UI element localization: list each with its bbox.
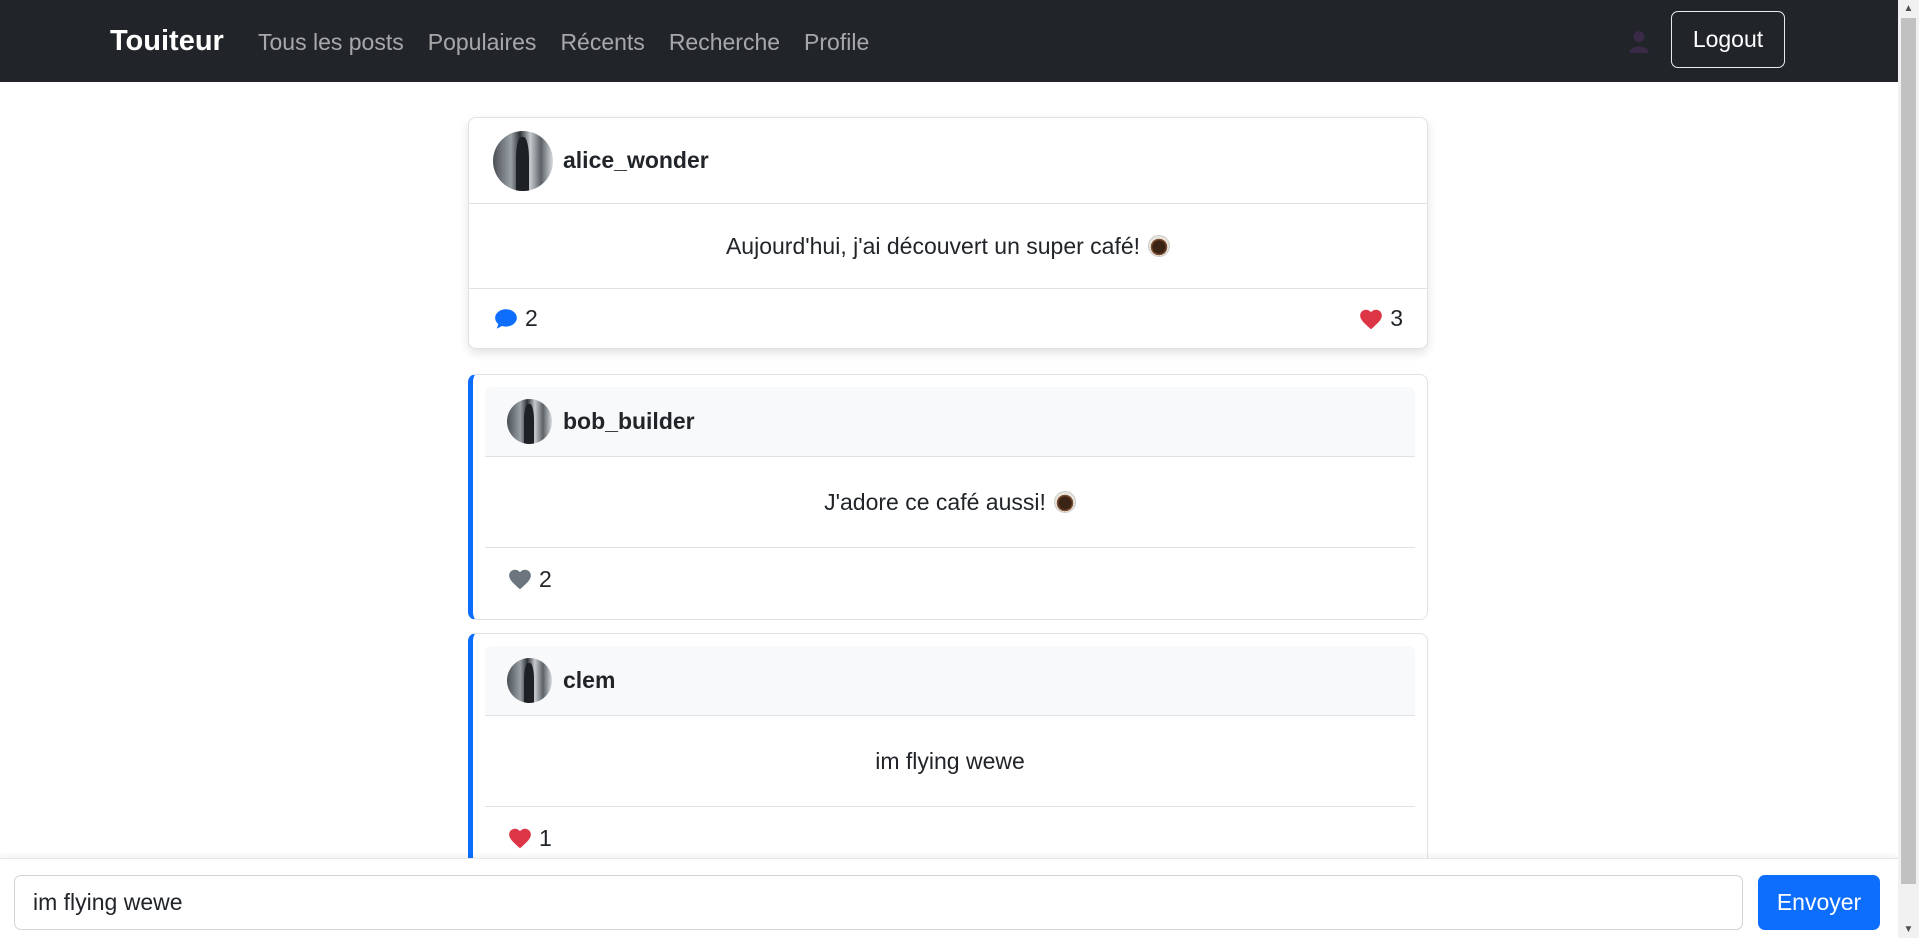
navbar: Touiteur Tous les posts Populaires Récen…	[0, 0, 1898, 82]
reply-header: clem	[485, 646, 1415, 716]
page: Touiteur Tous les posts Populaires Récen…	[0, 0, 1919, 938]
reply-card: bob_builder J'adore ce café aussi! 2	[468, 374, 1428, 620]
nav-link-popular[interactable]: Populaires	[428, 24, 537, 60]
reply-username[interactable]: bob_builder	[563, 408, 695, 435]
reply-footer: 2	[485, 548, 1415, 610]
reply-username[interactable]: clem	[563, 667, 615, 694]
send-button[interactable]: Envoyer	[1758, 875, 1880, 930]
compose-input[interactable]	[14, 875, 1743, 930]
reply-content: im flying wewe	[485, 716, 1415, 807]
reply-likes-count: 1	[539, 824, 552, 851]
reply-text: im flying wewe	[875, 747, 1025, 774]
reply-content: J'adore ce café aussi!	[485, 457, 1415, 548]
scroll-up-arrow-icon[interactable]: ▲	[1898, 0, 1919, 17]
post-username[interactable]: alice_wonder	[563, 147, 709, 174]
nav-link-profile[interactable]: Profile	[804, 24, 869, 60]
nav-link-recent[interactable]: Récents	[560, 24, 644, 60]
nav-links: Tous les posts Populaires Récents Recher…	[258, 24, 869, 60]
avatar[interactable]	[507, 399, 552, 444]
coffee-emoji-icon	[1148, 235, 1171, 257]
nav-link-search[interactable]: Recherche	[669, 24, 780, 60]
comments-count: 2	[525, 305, 538, 331]
scrollbar[interactable]: ▲ ▼	[1898, 0, 1919, 938]
reply-likes-stat[interactable]: 2	[507, 566, 552, 593]
coffee-emoji-icon	[1053, 491, 1076, 513]
reply-card: clem im flying wewe 1	[468, 633, 1428, 879]
feed: alice_wonder Aujourd'hui, j'ai découvert…	[468, 117, 1428, 879]
reply-likes-stat[interactable]: 1	[507, 825, 552, 852]
compose-bar: Envoyer	[0, 858, 1898, 938]
post-content: Aujourd'hui, j'ai découvert un super caf…	[469, 204, 1427, 289]
reply-header: bob_builder	[485, 387, 1415, 457]
logout-button[interactable]: Logout	[1671, 11, 1785, 68]
heart-icon[interactable]	[1358, 306, 1384, 332]
scroll-down-arrow-icon[interactable]: ▼	[1898, 921, 1919, 938]
likes-count: 3	[1390, 305, 1403, 331]
avatar[interactable]	[507, 658, 552, 703]
reply-likes-count: 2	[539, 565, 552, 592]
comments-stat[interactable]: 2	[493, 305, 538, 332]
likes-stat[interactable]: 3	[1358, 305, 1403, 332]
heart-icon[interactable]	[507, 566, 533, 592]
main-post: alice_wonder Aujourd'hui, j'ai découvert…	[468, 117, 1428, 349]
post-footer: 2 3	[469, 289, 1427, 348]
heart-icon[interactable]	[507, 825, 533, 851]
scroll-thumb[interactable]	[1901, 18, 1916, 884]
brand-logo[interactable]: Touiteur	[110, 22, 224, 60]
post-text: Aujourd'hui, j'ai découvert un super caf…	[725, 232, 1141, 259]
comment-icon[interactable]	[493, 306, 519, 332]
nav-link-all-posts[interactable]: Tous les posts	[258, 24, 404, 60]
reply-text: J'adore ce café aussi!	[824, 488, 1046, 515]
avatar[interactable]	[493, 130, 553, 191]
post-header: alice_wonder	[469, 118, 1427, 204]
user-icon[interactable]	[1626, 28, 1652, 54]
